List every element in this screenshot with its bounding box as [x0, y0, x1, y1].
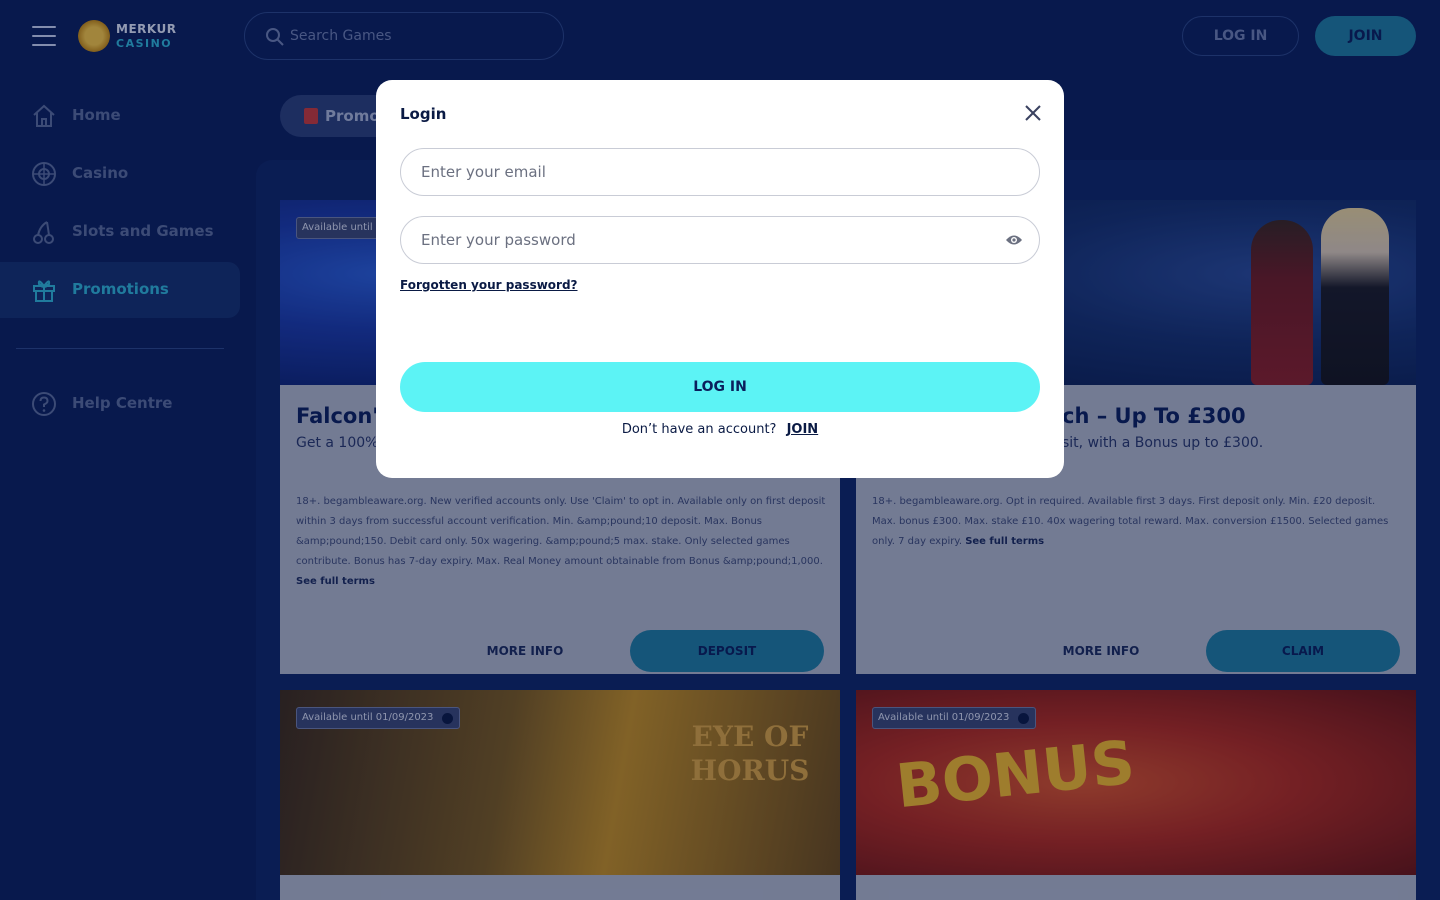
signup-prompt: Don’t have an account? JOIN	[376, 422, 1064, 437]
forgot-password-link[interactable]: Forgotten your password?	[400, 278, 578, 292]
close-icon[interactable]	[1024, 104, 1042, 122]
login-modal: Login Enter your email Enter your passwo…	[376, 80, 1064, 478]
eye-icon[interactable]	[1005, 233, 1023, 247]
login-button[interactable]: LOG IN	[400, 362, 1040, 412]
email-field[interactable]: Enter your email	[400, 148, 1040, 196]
email-placeholder: Enter your email	[421, 163, 546, 181]
password-field[interactable]: Enter your password	[400, 216, 1040, 264]
modal-title: Login	[400, 105, 447, 123]
password-placeholder: Enter your password	[421, 231, 576, 249]
no-account-text: Don’t have an account?	[621, 422, 777, 437]
join-link[interactable]: JOIN	[787, 422, 819, 437]
